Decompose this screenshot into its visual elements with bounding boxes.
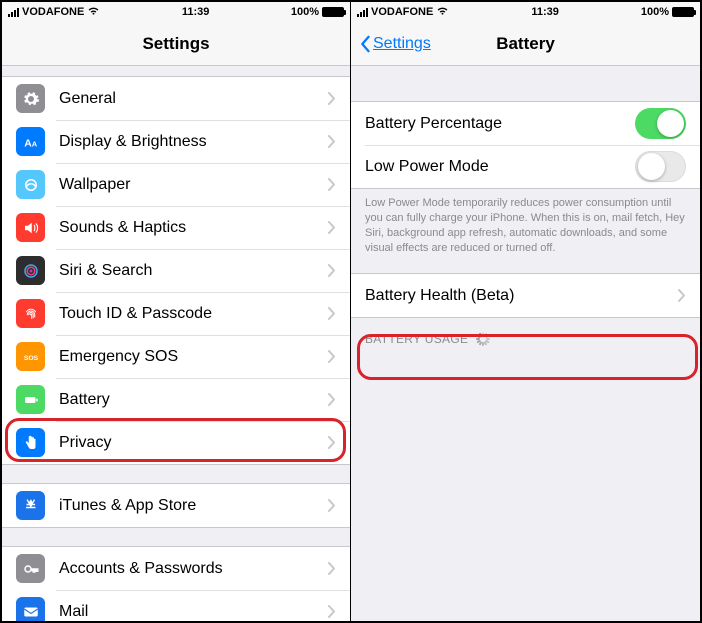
row-label: General (59, 90, 328, 108)
battery-percent-label: 100% (291, 6, 319, 18)
battery-percentage-row[interactable]: Battery Percentage (351, 102, 700, 145)
battery-icon (16, 385, 45, 414)
settings-row-accounts-passwords[interactable]: Accounts & Passwords (2, 547, 350, 590)
wifi-icon (436, 6, 449, 19)
battery-usage-header: BATTERY USAGE (351, 318, 700, 352)
back-button[interactable]: Settings (359, 35, 431, 53)
row-label: Emergency SOS (59, 348, 328, 366)
row-label: Touch ID & Passcode (59, 305, 328, 323)
settings-row-emergency-sos[interactable]: SOS Emergency SOS (2, 335, 350, 378)
speaker-icon (16, 213, 45, 242)
chevron-right-icon (328, 393, 336, 406)
battery-status-icon (672, 7, 694, 17)
low-power-mode-description: Low Power Mode temporarily reduces power… (351, 189, 700, 265)
gear-icon (16, 84, 45, 113)
settings-row-sounds-haptics[interactable]: Sounds & Haptics (2, 206, 350, 249)
text-size-icon: AA (16, 127, 45, 156)
loading-spinner-icon (476, 332, 490, 346)
settings-screen: VODAFONE 11:39 100% Settings General AA Di… (2, 2, 351, 621)
hand-icon (16, 428, 45, 457)
row-label: Battery Percentage (365, 115, 635, 133)
chevron-right-icon (328, 264, 336, 277)
siri-icon (16, 256, 45, 285)
row-label: Low Power Mode (365, 158, 635, 176)
settings-list[interactable]: General AA Display & Brightness Wallpaper So… (2, 66, 350, 621)
status-bar: VODAFONE 11:39 100% (2, 2, 350, 22)
carrier-label: VODAFONE (371, 6, 433, 18)
battery-status-icon (322, 7, 344, 17)
chevron-right-icon (328, 135, 336, 148)
appstore-icon (16, 491, 45, 520)
row-label: Wallpaper (59, 176, 328, 194)
row-label: Accounts & Passwords (59, 560, 328, 578)
battery-screen: VODAFONE 11:39 100% Settings Battery Bat… (351, 2, 700, 621)
row-label: Mail (59, 603, 328, 621)
wifi-icon (87, 6, 100, 19)
battery-health-row[interactable]: Battery Health (Beta) (351, 274, 700, 317)
settings-row-itunes-app-store[interactable]: iTunes & App Store (2, 484, 350, 527)
settings-row-siri-search[interactable]: Siri & Search (2, 249, 350, 292)
row-label: iTunes & App Store (59, 497, 328, 515)
chevron-right-icon (328, 562, 336, 575)
chevron-right-icon (328, 350, 336, 363)
settings-row-general[interactable]: General (2, 77, 350, 120)
settings-row-display-brightness[interactable]: AA Display & Brightness (2, 120, 350, 163)
signal-icon (8, 8, 19, 17)
settings-row-wallpaper[interactable]: Wallpaper (2, 163, 350, 206)
chevron-right-icon (328, 178, 336, 191)
low-power-mode-row[interactable]: Low Power Mode (351, 145, 700, 188)
settings-row-privacy[interactable]: Privacy (2, 421, 350, 464)
row-label: Privacy (59, 434, 328, 452)
chevron-right-icon (328, 221, 336, 234)
settings-row-mail[interactable]: Mail (2, 590, 350, 621)
chevron-right-icon (678, 289, 686, 302)
chevron-right-icon (328, 92, 336, 105)
svg-text:A: A (31, 139, 37, 148)
status-bar: VODAFONE 11:39 100% (351, 2, 700, 22)
nav-bar: Settings Battery (351, 22, 700, 66)
row-label: Battery Health (Beta) (365, 287, 678, 305)
key-icon (16, 554, 45, 583)
clock: 11:39 (182, 6, 210, 18)
signal-icon (357, 8, 368, 17)
chevron-right-icon (328, 307, 336, 320)
chevron-right-icon (328, 605, 336, 618)
battery-percentage-toggle[interactable] (635, 108, 686, 139)
chevron-left-icon (359, 35, 371, 53)
battery-percent-label: 100% (641, 6, 669, 18)
back-label: Settings (373, 35, 431, 53)
fingerprint-icon (16, 299, 45, 328)
carrier-label: VODAFONE (22, 6, 84, 18)
chevron-right-icon (328, 499, 336, 512)
sos-icon: SOS (16, 342, 45, 371)
page-title: Settings (142, 34, 209, 54)
settings-row-touch-id-passcode[interactable]: Touch ID & Passcode (2, 292, 350, 335)
page-title: Battery (496, 34, 555, 54)
low-power-mode-toggle[interactable] (635, 151, 686, 182)
row-label: Battery (59, 391, 328, 409)
mail-icon (16, 597, 45, 621)
wallpaper-icon (16, 170, 45, 199)
battery-content[interactable]: Battery Percentage Low Power Mode Low Po… (351, 66, 700, 621)
svg-text:SOS: SOS (23, 355, 38, 362)
settings-row-battery[interactable]: Battery (2, 378, 350, 421)
row-label: Sounds & Haptics (59, 219, 328, 237)
chevron-right-icon (328, 436, 336, 449)
clock: 11:39 (531, 6, 559, 18)
row-label: Display & Brightness (59, 133, 328, 151)
nav-bar: Settings (2, 22, 350, 66)
row-label: Siri & Search (59, 262, 328, 280)
